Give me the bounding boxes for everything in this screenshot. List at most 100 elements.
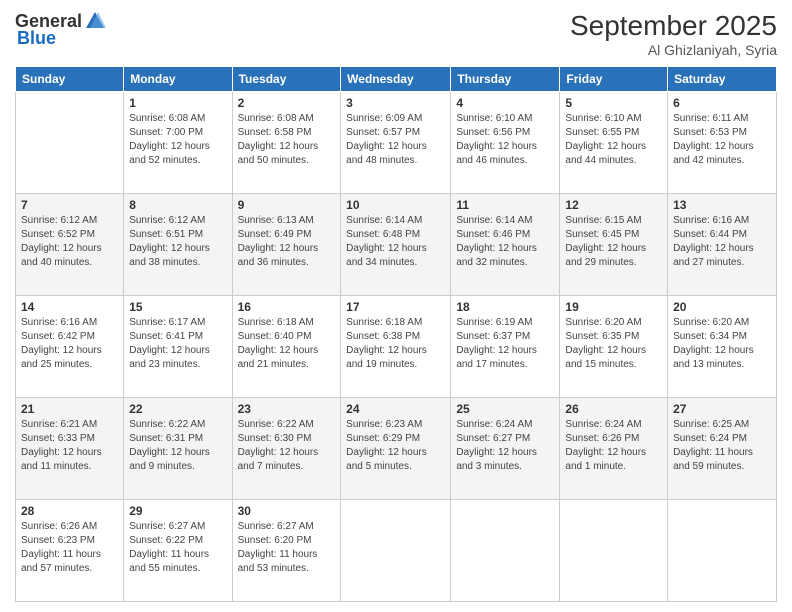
day-number: 4 [456,96,554,110]
day-info: Sunrise: 6:08 AMSunset: 6:58 PMDaylight:… [238,112,336,168]
calendar-cell: 8 Sunrise: 6:12 AMSunset: 6:51 PMDaylight… [124,194,232,296]
calendar-cell: 29Sunrise: 6:27 AMSunset: 6:22 PMDayligh… [124,500,232,602]
calendar-header-saturday: Saturday [668,67,777,92]
day-number: 2 [238,96,336,110]
calendar-cell: 5 Sunrise: 6:10 AMSunset: 6:55 PMDaylight… [560,92,668,194]
day-number: 14 [21,300,118,314]
calendar-cell: 22 Sunrise: 6:22 AMSunset: 6:31 PMDayligh… [124,398,232,500]
page: General Blue September 2025 Al Ghizlaniy… [0,0,792,612]
day-number: 12 [565,198,662,212]
calendar-cell: 12 Sunrise: 6:15 AMSunset: 6:45 PMDayligh… [560,194,668,296]
calendar-cell: 13 Sunrise: 6:16 AMSunset: 6:44 PMDayligh… [668,194,777,296]
day-number: 13 [673,198,771,212]
day-number: 30 [238,504,336,518]
calendar-cell: 14 Sunrise: 6:16 AMSunset: 6:42 PMDayligh… [16,296,124,398]
day-info: Sunrise: 6:23 AMSunset: 6:29 PMDaylight:… [346,418,445,474]
day-info: Sunrise: 6:19 AMSunset: 6:37 PMDaylight:… [456,316,554,372]
day-info: Sunrise: 6:27 AMSunset: 6:22 PMDaylight:… [129,520,226,576]
day-info: Sunrise: 6:25 AMSunset: 6:24 PMDaylight:… [673,418,771,474]
location: Al Ghizlaniyah, Syria [570,42,777,58]
day-info: Sunrise: 6:11 AMSunset: 6:53 PMDaylight:… [673,112,771,168]
day-info: Sunrise: 6:12 AMSunset: 6:51 PMDaylight:… [129,214,226,270]
day-number: 9 [238,198,336,212]
calendar-header-wednesday: Wednesday [341,67,451,92]
day-number: 7 [21,198,118,212]
calendar-cell: 26 Sunrise: 6:24 AMSunset: 6:26 PMDayligh… [560,398,668,500]
day-number: 27 [673,402,771,416]
calendar-cell: 27 Sunrise: 6:25 AMSunset: 6:24 PMDayligh… [668,398,777,500]
day-info: Sunrise: 6:18 AMSunset: 6:40 PMDaylight:… [238,316,336,372]
day-info: Sunrise: 6:15 AMSunset: 6:45 PMDaylight:… [565,214,662,270]
calendar-cell: 11Sunrise: 6:14 AMSunset: 6:46 PMDayligh… [451,194,560,296]
day-number: 8 [129,198,226,212]
calendar-cell: 7 Sunrise: 6:12 AMSunset: 6:52 PMDaylight… [16,194,124,296]
calendar-cell: 28Sunrise: 6:26 AMSunset: 6:23 PMDayligh… [16,500,124,602]
calendar-cell: 16 Sunrise: 6:18 AMSunset: 6:40 PMDayligh… [232,296,341,398]
day-info: Sunrise: 6:20 AMSunset: 6:35 PMDaylight:… [565,316,662,372]
day-number: 20 [673,300,771,314]
calendar-header-row: SundayMondayTuesdayWednesdayThursdayFrid… [16,67,777,92]
day-info: Sunrise: 6:14 AMSunset: 6:48 PMDaylight:… [346,214,445,270]
day-info: Sunrise: 6:27 AMSunset: 6:20 PMDaylight:… [238,520,336,576]
day-number: 6 [673,96,771,110]
day-number: 1 [129,96,226,110]
day-number: 25 [456,402,554,416]
day-number: 11 [456,198,554,212]
day-info: Sunrise: 6:21 AMSunset: 6:33 PMDaylight:… [21,418,118,474]
day-info: Sunrise: 6:20 AMSunset: 6:34 PMDaylight:… [673,316,771,372]
day-number: 23 [238,402,336,416]
day-info: Sunrise: 6:09 AMSunset: 6:57 PMDaylight:… [346,112,445,168]
calendar-week-1: 1Sunrise: 6:08 AMSunset: 7:00 PMDaylight… [16,92,777,194]
day-info: Sunrise: 6:12 AMSunset: 6:52 PMDaylight:… [21,214,118,270]
day-info: Sunrise: 6:13 AMSunset: 6:49 PMDaylight:… [238,214,336,270]
calendar-cell: 24 Sunrise: 6:23 AMSunset: 6:29 PMDayligh… [341,398,451,500]
calendar-cell: 1Sunrise: 6:08 AMSunset: 7:00 PMDaylight… [124,92,232,194]
day-number: 24 [346,402,445,416]
day-info: Sunrise: 6:26 AMSunset: 6:23 PMDaylight:… [21,520,118,576]
calendar-header-sunday: Sunday [16,67,124,92]
day-number: 5 [565,96,662,110]
logo-blue-text: Blue [17,28,56,49]
day-info: Sunrise: 6:16 AMSunset: 6:44 PMDaylight:… [673,214,771,270]
calendar-header-tuesday: Tuesday [232,67,341,92]
day-number: 26 [565,402,662,416]
calendar-cell: 9 Sunrise: 6:13 AMSunset: 6:49 PMDaylight… [232,194,341,296]
calendar-header-thursday: Thursday [451,67,560,92]
day-info: Sunrise: 6:10 AMSunset: 6:56 PMDaylight:… [456,112,554,168]
day-number: 21 [21,402,118,416]
calendar-cell: 19Sunrise: 6:20 AMSunset: 6:35 PMDayligh… [560,296,668,398]
calendar-week-5: 28Sunrise: 6:26 AMSunset: 6:23 PMDayligh… [16,500,777,602]
day-info: Sunrise: 6:22 AMSunset: 6:30 PMDaylight:… [238,418,336,474]
calendar-header-monday: Monday [124,67,232,92]
calendar-cell: 21 Sunrise: 6:21 AMSunset: 6:33 PMDayligh… [16,398,124,500]
calendar-week-4: 21 Sunrise: 6:21 AMSunset: 6:33 PMDayligh… [16,398,777,500]
calendar-week-3: 14 Sunrise: 6:16 AMSunset: 6:42 PMDayligh… [16,296,777,398]
calendar-cell: 30 Sunrise: 6:27 AMSunset: 6:20 PMDayligh… [232,500,341,602]
calendar-cell: 6 Sunrise: 6:11 AMSunset: 6:53 PMDaylight… [668,92,777,194]
calendar-cell [668,500,777,602]
day-info: Sunrise: 6:22 AMSunset: 6:31 PMDaylight:… [129,418,226,474]
day-info: Sunrise: 6:17 AMSunset: 6:41 PMDaylight:… [129,316,226,372]
calendar-cell [560,500,668,602]
title-block: September 2025 Al Ghizlaniyah, Syria [570,10,777,58]
day-number: 10 [346,198,445,212]
logo-icon [84,10,106,32]
day-info: Sunrise: 6:16 AMSunset: 6:42 PMDaylight:… [21,316,118,372]
day-number: 16 [238,300,336,314]
day-info: Sunrise: 6:10 AMSunset: 6:55 PMDaylight:… [565,112,662,168]
calendar-cell: 23 Sunrise: 6:22 AMSunset: 6:30 PMDayligh… [232,398,341,500]
day-number: 17 [346,300,445,314]
day-number: 18 [456,300,554,314]
logo: General Blue [15,10,108,49]
day-info: Sunrise: 6:24 AMSunset: 6:26 PMDaylight:… [565,418,662,474]
calendar-cell: 20 Sunrise: 6:20 AMSunset: 6:34 PMDayligh… [668,296,777,398]
calendar-week-2: 7 Sunrise: 6:12 AMSunset: 6:52 PMDaylight… [16,194,777,296]
month-year: September 2025 [570,10,777,42]
calendar-cell: 4 Sunrise: 6:10 AMSunset: 6:56 PMDaylight… [451,92,560,194]
day-number: 22 [129,402,226,416]
calendar-cell: 10 Sunrise: 6:14 AMSunset: 6:48 PMDayligh… [341,194,451,296]
calendar-cell: 18 Sunrise: 6:19 AMSunset: 6:37 PMDayligh… [451,296,560,398]
header: General Blue September 2025 Al Ghizlaniy… [15,10,777,58]
day-number: 15 [129,300,226,314]
calendar-cell: 3Sunrise: 6:09 AMSunset: 6:57 PMDaylight… [341,92,451,194]
